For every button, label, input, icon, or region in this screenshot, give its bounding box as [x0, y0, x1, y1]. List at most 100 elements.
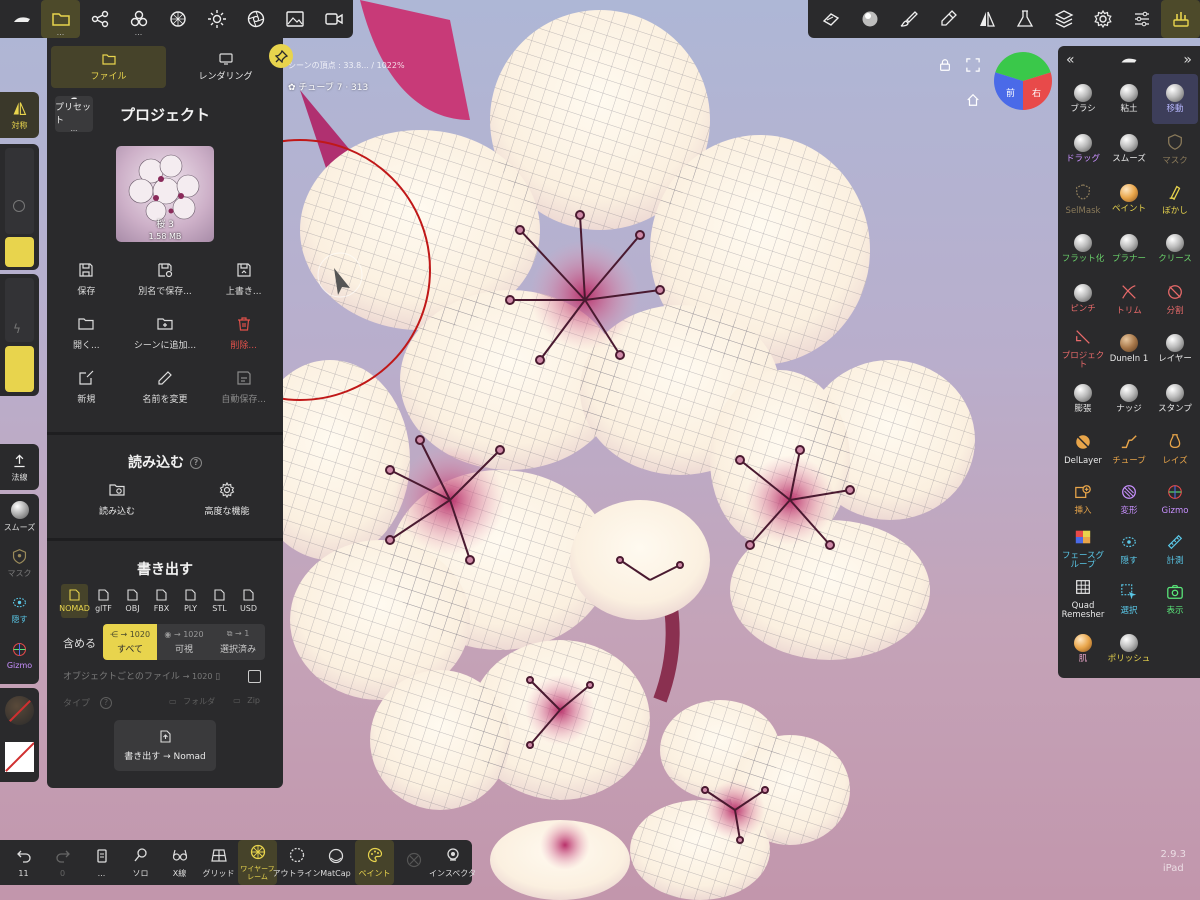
collapse-right-icon[interactable]: » — [1183, 52, 1192, 68]
tool-表示[interactable]: 表示 — [1152, 574, 1198, 624]
tube-object-info[interactable]: ✿ チューブ 7 · 313 — [288, 80, 368, 93]
include-visible[interactable]: ◉ → 1020 可視 — [157, 624, 211, 660]
include-selected[interactable]: ⧉ → 1 選択済み — [211, 624, 265, 660]
bottom-paint-palette-button[interactable]: ペイント — [355, 840, 394, 885]
format-stl[interactable]: STL — [206, 584, 233, 618]
tool-dellayer[interactable]: DelLayer — [1060, 424, 1106, 474]
new-button[interactable]: 新規 — [47, 360, 126, 414]
tool-ピンチ[interactable]: ピンチ — [1060, 274, 1106, 324]
tool-selmask[interactable]: SelMask — [1060, 174, 1106, 224]
radius-slider-fill[interactable] — [5, 237, 34, 267]
per-object-checkbox[interactable] — [248, 670, 261, 683]
tab-file[interactable]: ファイル — [51, 46, 166, 88]
home-icon[interactable] — [966, 92, 982, 108]
include-all[interactable]: ⋲ → 1020 すべて — [103, 624, 157, 660]
multires-icon[interactable]: ... — [119, 0, 158, 38]
bottom-matcap-button[interactable]: MatCap — [316, 840, 355, 885]
delete-button[interactable]: 削除... — [204, 306, 283, 360]
matcap-sphere-icon[interactable] — [851, 0, 890, 38]
format-fbx[interactable]: FBX — [148, 584, 175, 618]
tool-粘土[interactable]: 粘土 — [1106, 74, 1152, 124]
bottom-xray-glasses-button[interactable]: X線 — [160, 840, 199, 885]
rename-button[interactable]: 名前を変更 — [126, 360, 205, 414]
tool-dunein-1[interactable]: DuneIn 1 — [1106, 324, 1152, 374]
tool-レイヤー[interactable]: レイヤー — [1152, 324, 1198, 374]
save-button[interactable]: 保存 — [47, 252, 126, 306]
tool-フェースグループ[interactable]: フェースグループ — [1060, 524, 1106, 574]
tools-panel-icon[interactable] — [1161, 0, 1200, 38]
background-image-icon[interactable] — [275, 0, 314, 38]
normal-button[interactable]: 法線 — [0, 444, 39, 490]
tool-gizmo[interactable]: Gizmo — [1152, 474, 1198, 524]
tab-rendering[interactable]: レンダリング — [168, 46, 283, 88]
open-button[interactable]: 開く... — [47, 306, 126, 360]
bottom-redo-button[interactable]: 0 — [43, 840, 82, 885]
tool-トリム[interactable]: トリム — [1106, 274, 1152, 324]
stroke-icon[interactable] — [812, 0, 851, 38]
tool-スムーズ[interactable]: スムーズ — [1106, 124, 1152, 174]
tool-プラナー[interactable]: プラナー — [1106, 224, 1152, 274]
tool-ナッジ[interactable]: ナッジ — [1106, 374, 1152, 424]
fullscreen-icon[interactable] — [966, 57, 982, 73]
import-button[interactable]: 読み込む — [77, 482, 157, 517]
import-help-icon[interactable]: ? — [190, 457, 202, 469]
collapse-left-icon[interactable]: « — [1066, 52, 1075, 68]
tool-ブラシ[interactable]: ブラシ — [1060, 74, 1106, 124]
tool-選択[interactable]: 選択 — [1106, 574, 1152, 624]
tool-ポリッシュ[interactable]: ポリッシュ — [1106, 624, 1152, 674]
tool-スタンプ[interactable]: スタンプ — [1152, 374, 1198, 424]
tool-隠す[interactable]: 隠す — [1106, 524, 1152, 574]
radius-slider-strip[interactable] — [0, 144, 39, 270]
format-ply[interactable]: PLY — [177, 584, 204, 618]
intensity-slider-strip[interactable]: ϟ — [0, 274, 39, 396]
project-thumbnail[interactable]: 桜 3 1.58 MB — [116, 146, 214, 242]
tool-ドラッグ[interactable]: ドラッグ — [1060, 124, 1106, 174]
smooth-shortcut[interactable]: スムーズ — [0, 494, 39, 540]
pin-button[interactable] — [269, 44, 293, 68]
format-usd[interactable]: USD — [235, 584, 262, 618]
layers-icon[interactable] — [1045, 0, 1084, 38]
type-help-icon[interactable]: ? — [100, 696, 113, 709]
gizmo-shortcut[interactable]: Gizmo — [0, 632, 39, 678]
tool-チューブ[interactable]: チューブ — [1106, 424, 1152, 474]
brush-icon[interactable] — [890, 0, 929, 38]
bottom-outline-button[interactable]: アウトライン — [273, 840, 321, 885]
tool-レイズ[interactable]: レイズ — [1152, 424, 1198, 474]
tool-プロジェクト[interactable]: プロジェクト — [1060, 324, 1106, 374]
type-folder-option[interactable]: ▭ フォルダ — [165, 694, 223, 709]
lock-icon[interactable] — [938, 57, 954, 73]
bottom-wireframe-button[interactable]: ワイヤーフレーム — [238, 840, 277, 885]
flask-icon[interactable] — [1006, 0, 1045, 38]
lighting-sun-icon[interactable] — [197, 0, 236, 38]
tool-挿入[interactable]: 挿入 — [1060, 474, 1106, 524]
add-to-scene-button[interactable]: シーンに追加... — [126, 306, 205, 360]
settings-gear-icon[interactable] — [1084, 0, 1123, 38]
bottom-solo-search-button[interactable]: ソロ — [121, 840, 160, 885]
material-swatch[interactable] — [5, 696, 34, 725]
tool-移動[interactable]: 移動 — [1152, 74, 1198, 124]
symmetry-toggle[interactable]: 対称 — [0, 92, 39, 138]
postprocess-icon[interactable] — [236, 0, 275, 38]
tool-quad-remesher[interactable]: Quad Remesher — [1060, 574, 1106, 624]
pen-tool-icon[interactable] — [928, 0, 967, 38]
export-button[interactable]: 書き出す → Nomad — [114, 720, 216, 771]
save-as-button[interactable]: 別名で保存... — [126, 252, 205, 306]
nomad-logo-icon[interactable] — [2, 0, 41, 38]
format-nomad[interactable]: NOMAD — [59, 584, 90, 618]
tool-フラット化[interactable]: フラット化 — [1060, 224, 1106, 274]
advanced-button[interactable]: 高度な機能 — [187, 482, 267, 517]
bottom-grid-button[interactable]: グリッド — [199, 840, 238, 885]
bottom-inspector-button[interactable]: インスペクタ — [429, 840, 476, 885]
tool-ペイント[interactable]: ペイント — [1106, 174, 1152, 224]
navigation-cube[interactable]: 前 右 — [994, 52, 1052, 110]
overwrite-button[interactable]: 上書き... — [204, 252, 283, 306]
color-swatch[interactable] — [5, 742, 34, 772]
tool-マスク[interactable]: マスク — [1152, 124, 1198, 174]
tool-分割[interactable]: 分割 — [1152, 274, 1198, 324]
mask-shortcut[interactable]: マスク — [0, 540, 39, 586]
sliders-icon[interactable] — [1122, 0, 1161, 38]
camera-icon[interactable] — [314, 0, 353, 38]
bottom-undo-button[interactable]: 11 — [4, 840, 43, 885]
bottom-stack-button[interactable]: ... — [82, 840, 121, 885]
tool-変形[interactable]: 変形 — [1106, 474, 1152, 524]
